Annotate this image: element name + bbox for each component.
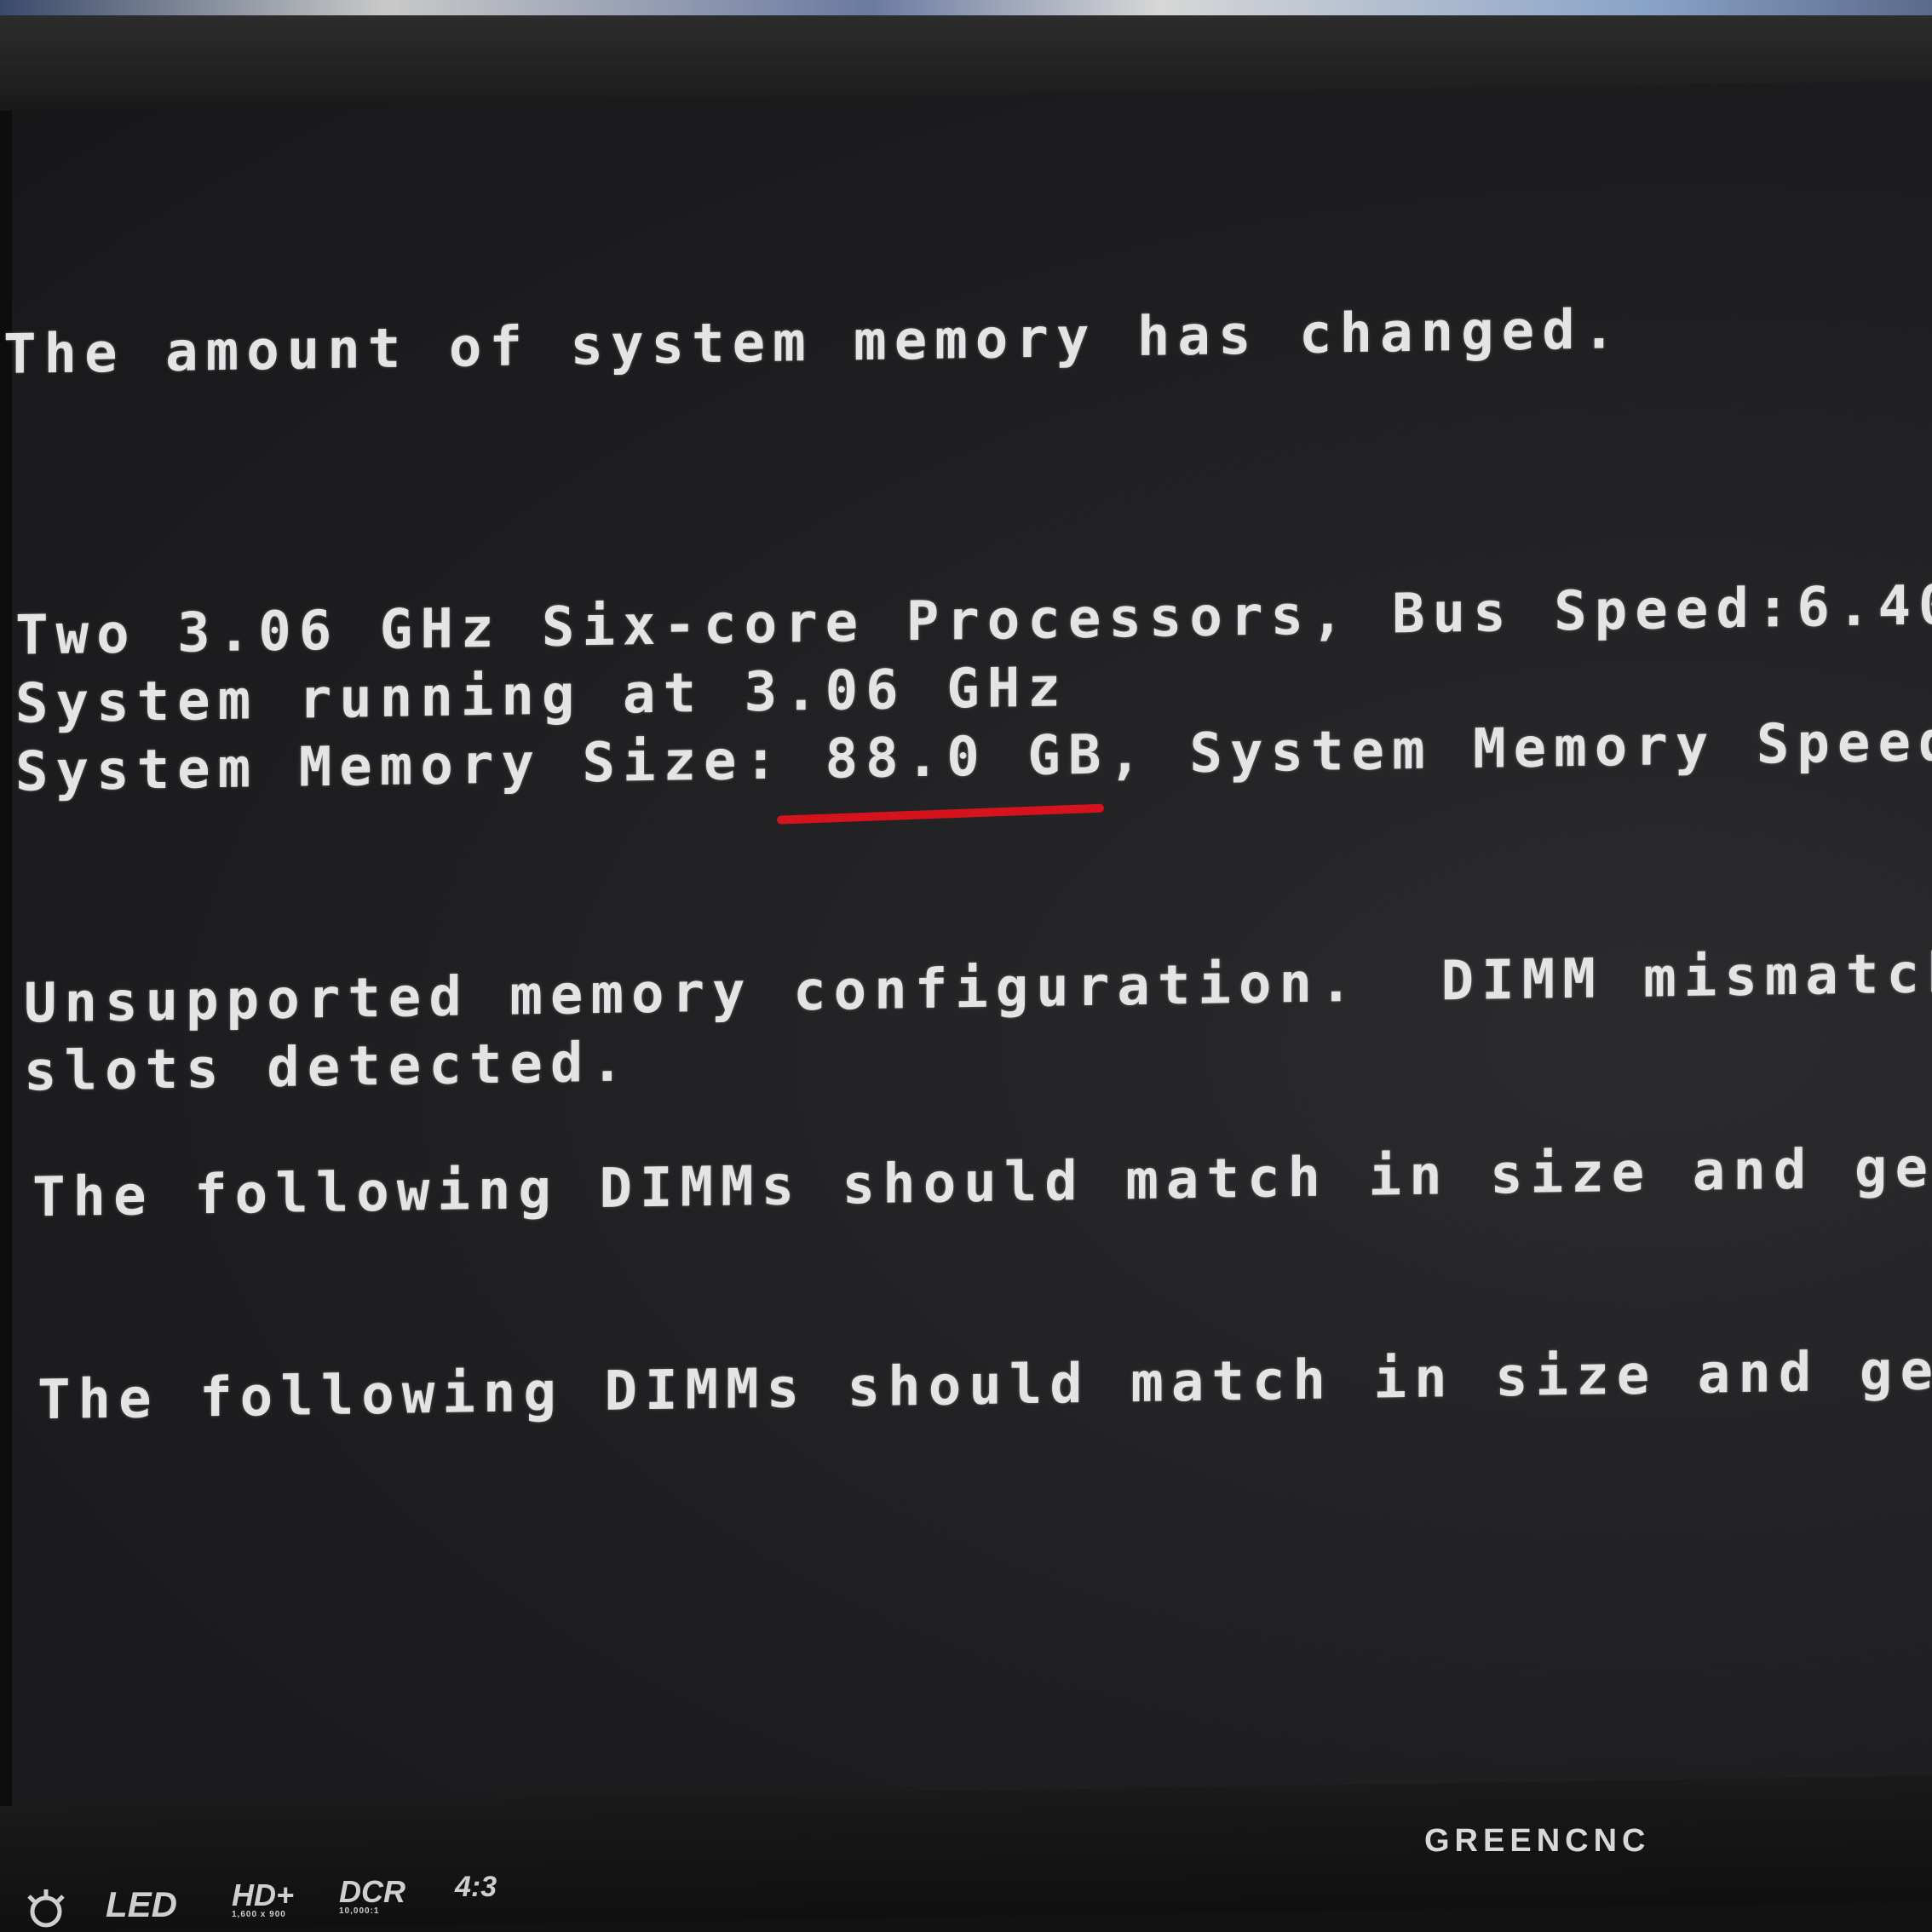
dimm-match-line-2: The following DIMMs should match in size…: [37, 1336, 1932, 1433]
memory-speed-label: System Memory Speed: 13: [1189, 710, 1932, 786]
hd-plus-badge: HD+ 1,600 x 900: [232, 1877, 294, 1919]
led-badge: LED: [106, 1884, 177, 1925]
system-running-line: System running at 3.06 GHz: [15, 656, 1068, 736]
dcr-badge-label: DCR: [339, 1874, 405, 1909]
memory-size-value: 88.0 GB,: [825, 722, 1149, 791]
background-desktop-strip: [0, 0, 1932, 15]
aspect-ratio-badge-label: 4:3: [455, 1871, 497, 1903]
hd-plus-badge-sub: 1,600 x 900: [232, 1910, 286, 1919]
bios-screen: The amount of system memory has changed.…: [0, 80, 1932, 1849]
red-underline-annotation: [776, 803, 1105, 825]
eco-power-icon: [27, 1889, 65, 1928]
monitor-brand-logo: GREENCNC: [1424, 1823, 1651, 1859]
monitor-photo: The amount of system memory has changed.…: [0, 0, 1932, 1932]
memory-size-label: System Memory Size:: [15, 727, 825, 804]
dimm-match-line-1: The following DIMMs should match in size…: [32, 1133, 1932, 1230]
hd-plus-badge-label: HD+: [232, 1877, 295, 1912]
unsupported-config-line: Unsupported memory configuration. DIMM m…: [24, 939, 1932, 1036]
aspect-ratio-badge: 4:3: [455, 1871, 497, 1904]
led-badge-label: LED: [106, 1884, 177, 1924]
processor-info-line: Two 3.06 GHz Six-core Processors, Bus Sp…: [15, 571, 1932, 668]
dcr-badge: DCR 10,000:1: [339, 1874, 405, 1916]
slots-detected-line: slots detected.: [24, 1031, 631, 1104]
memory-changed-message: The amount of system memory has changed.: [3, 298, 1624, 387]
